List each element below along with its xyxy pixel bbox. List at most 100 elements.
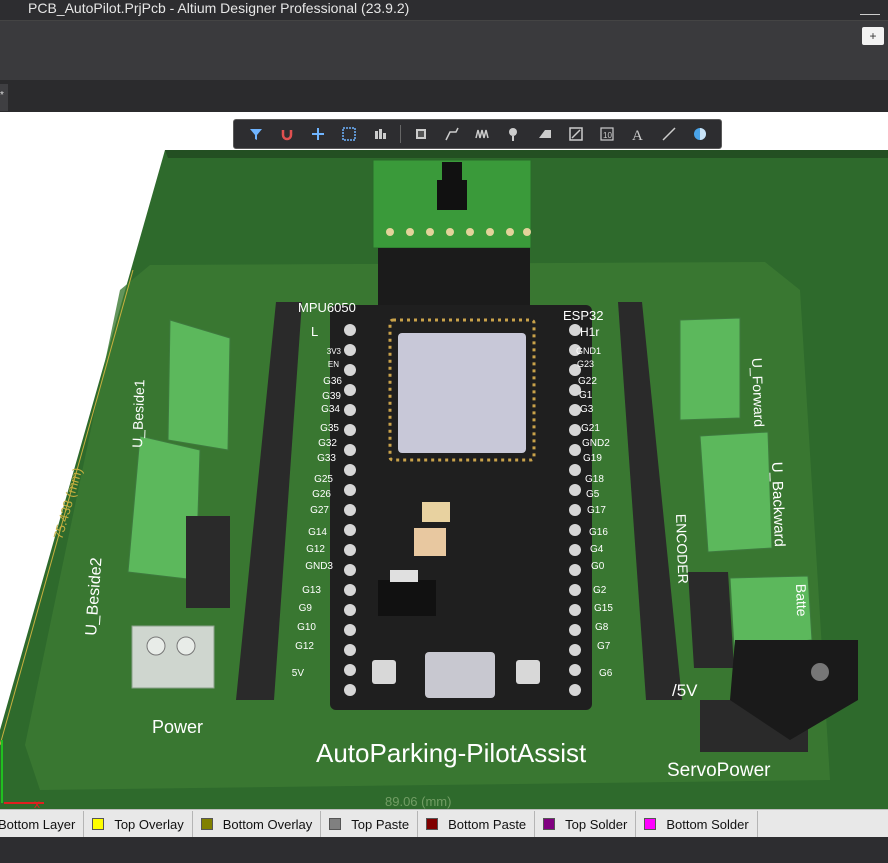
document-tab-strip: * [0, 80, 888, 113]
svg-text:GND3: GND3 [305, 561, 333, 572]
svg-text:G33: G33 [317, 453, 336, 464]
document-tab[interactable]: * [0, 84, 8, 111]
board-title: AutoParking-PilotAssist [316, 738, 587, 768]
window-title: PCB_AutoPilot.PrjPcb - Altium Designer P… [28, 0, 410, 16]
svg-text:G27: G27 [310, 505, 329, 516]
l-label: L [311, 324, 318, 339]
mpu6050-label: MPU6050 [298, 300, 356, 315]
layer-color-swatch [200, 818, 213, 830]
svg-text:G8: G8 [595, 622, 609, 633]
svg-text:G4: G4 [590, 544, 604, 555]
svg-text:G10: G10 [297, 622, 316, 633]
layer-tab-bottom-solder[interactable]: Bottom Solder [636, 811, 758, 837]
text-icon[interactable]: A [627, 123, 649, 145]
origin-x-marker: x [34, 797, 40, 809]
svg-text:G32: G32 [318, 438, 337, 449]
esp32-sublabel: H1r [580, 325, 599, 339]
svg-text:G16: G16 [589, 527, 608, 538]
keepout-icon[interactable] [565, 123, 587, 145]
layer-tab-top-paste[interactable]: Top Paste [321, 811, 419, 837]
svg-text:G2: G2 [593, 585, 607, 596]
encoder-header [688, 572, 734, 668]
svg-text:G6: G6 [599, 668, 613, 679]
svg-text:GND1: GND1 [576, 346, 601, 356]
svg-text:G12: G12 [295, 641, 314, 652]
status-bar [0, 837, 888, 863]
svg-text:A: A [632, 128, 643, 142]
route-icon[interactable] [441, 123, 463, 145]
line-icon[interactable] [658, 123, 680, 145]
terminal-power [131, 625, 215, 689]
power-label: Power [152, 717, 203, 737]
svg-text:G23: G23 [577, 359, 594, 369]
svg-text:G13: G13 [302, 585, 321, 596]
layer-tab-bottom-layer[interactable]: Bottom Layer [0, 811, 85, 837]
layer-color-swatch [644, 818, 657, 830]
terminal-u-backward [699, 431, 773, 553]
svg-text:10: 10 [603, 131, 612, 140]
svg-text:EN: EN [328, 360, 339, 369]
view-3d-icon[interactable] [689, 123, 711, 145]
svg-text:G3: G3 [580, 404, 594, 415]
five-v-label: /5V [672, 681, 698, 700]
svg-text:G39: G39 [322, 391, 341, 402]
component-icon[interactable] [410, 123, 432, 145]
minimize-button[interactable] [860, 0, 880, 15]
layer-color-swatch [329, 818, 342, 830]
select-rect-icon[interactable] [338, 123, 360, 145]
u-backward-label: U_Backward [768, 462, 788, 548]
window-title-bar: PCB_AutoPilot.PrjPcb - Altium Designer P… [0, 0, 888, 20]
svg-text:G34: G34 [321, 404, 340, 415]
svg-text:G5: G5 [586, 489, 600, 500]
u-forward-label: U_Forward [749, 358, 767, 428]
layer-tab-top-overlay[interactable]: Top Overlay [84, 811, 193, 837]
layer-tab-bottom-paste[interactable]: Bottom Paste [418, 811, 536, 837]
dimension-bottom: 89.06 (mm) [385, 794, 451, 809]
layer-color-swatch [543, 818, 556, 830]
svg-text:G15: G15 [594, 603, 613, 614]
svg-text:G12: G12 [306, 544, 325, 555]
svg-text:G19: G19 [583, 453, 602, 464]
encoder-label: ENCODER [673, 514, 691, 585]
svg-text:G22: G22 [578, 376, 597, 387]
svg-text:3V3: 3V3 [327, 347, 342, 356]
svg-text:G17: G17 [587, 505, 606, 516]
terminal-u-beside1 [167, 319, 231, 451]
message-plus-icon[interactable]: + [862, 27, 884, 45]
esp32-label: ESP32 [563, 308, 603, 323]
crosshair-icon[interactable] [307, 123, 329, 145]
svg-text:GND2: GND2 [582, 438, 610, 449]
battery-label: Batte [793, 584, 810, 617]
servo-power-label: ServoPower [667, 760, 771, 781]
svg-text:G7: G7 [597, 641, 611, 652]
layer-color-swatch [426, 818, 439, 830]
svg-text:G18: G18 [585, 474, 604, 485]
filter-icon[interactable] [245, 123, 267, 145]
svg-text:G26: G26 [312, 489, 331, 500]
left-aux-header [186, 516, 230, 608]
layer-tabs-bar: Bottom Layer Top Overlay Bottom Overlay … [0, 809, 888, 838]
polygon-pour-icon[interactable] [534, 123, 556, 145]
layer-tab-top-solder[interactable]: Top Solder [535, 811, 637, 837]
svg-text:5V: 5V [292, 668, 305, 679]
svg-text:G1: G1 [579, 390, 593, 401]
svg-text:G14: G14 [308, 527, 327, 538]
terminal-u-forward [679, 317, 741, 421]
svg-text:G36: G36 [323, 376, 342, 387]
magnet-icon[interactable] [276, 123, 298, 145]
align-icon[interactable] [369, 123, 391, 145]
layer-tab-bottom-overlay[interactable]: Bottom Overlay [193, 811, 322, 837]
ribbon-area: + [0, 20, 888, 81]
string-icon[interactable]: 10 [596, 123, 618, 145]
layer-color-swatch [92, 818, 105, 830]
pcb-3d-viewport[interactable]: 75.438 (mm) 89.06 (mm) x MPU6050 ESP32 H… [0, 112, 888, 809]
svg-text:G9: G9 [299, 603, 313, 614]
interactive-tune-icon[interactable] [472, 123, 494, 145]
place-via-icon[interactable] [503, 123, 525, 145]
svg-text:G25: G25 [314, 474, 333, 485]
active-bar-toolbar: 10 A [233, 119, 722, 149]
svg-text:G0: G0 [591, 561, 605, 572]
u-beside1-label: U_Beside1 [129, 379, 147, 448]
svg-text:G21: G21 [581, 423, 600, 434]
svg-text:G35: G35 [320, 423, 339, 434]
